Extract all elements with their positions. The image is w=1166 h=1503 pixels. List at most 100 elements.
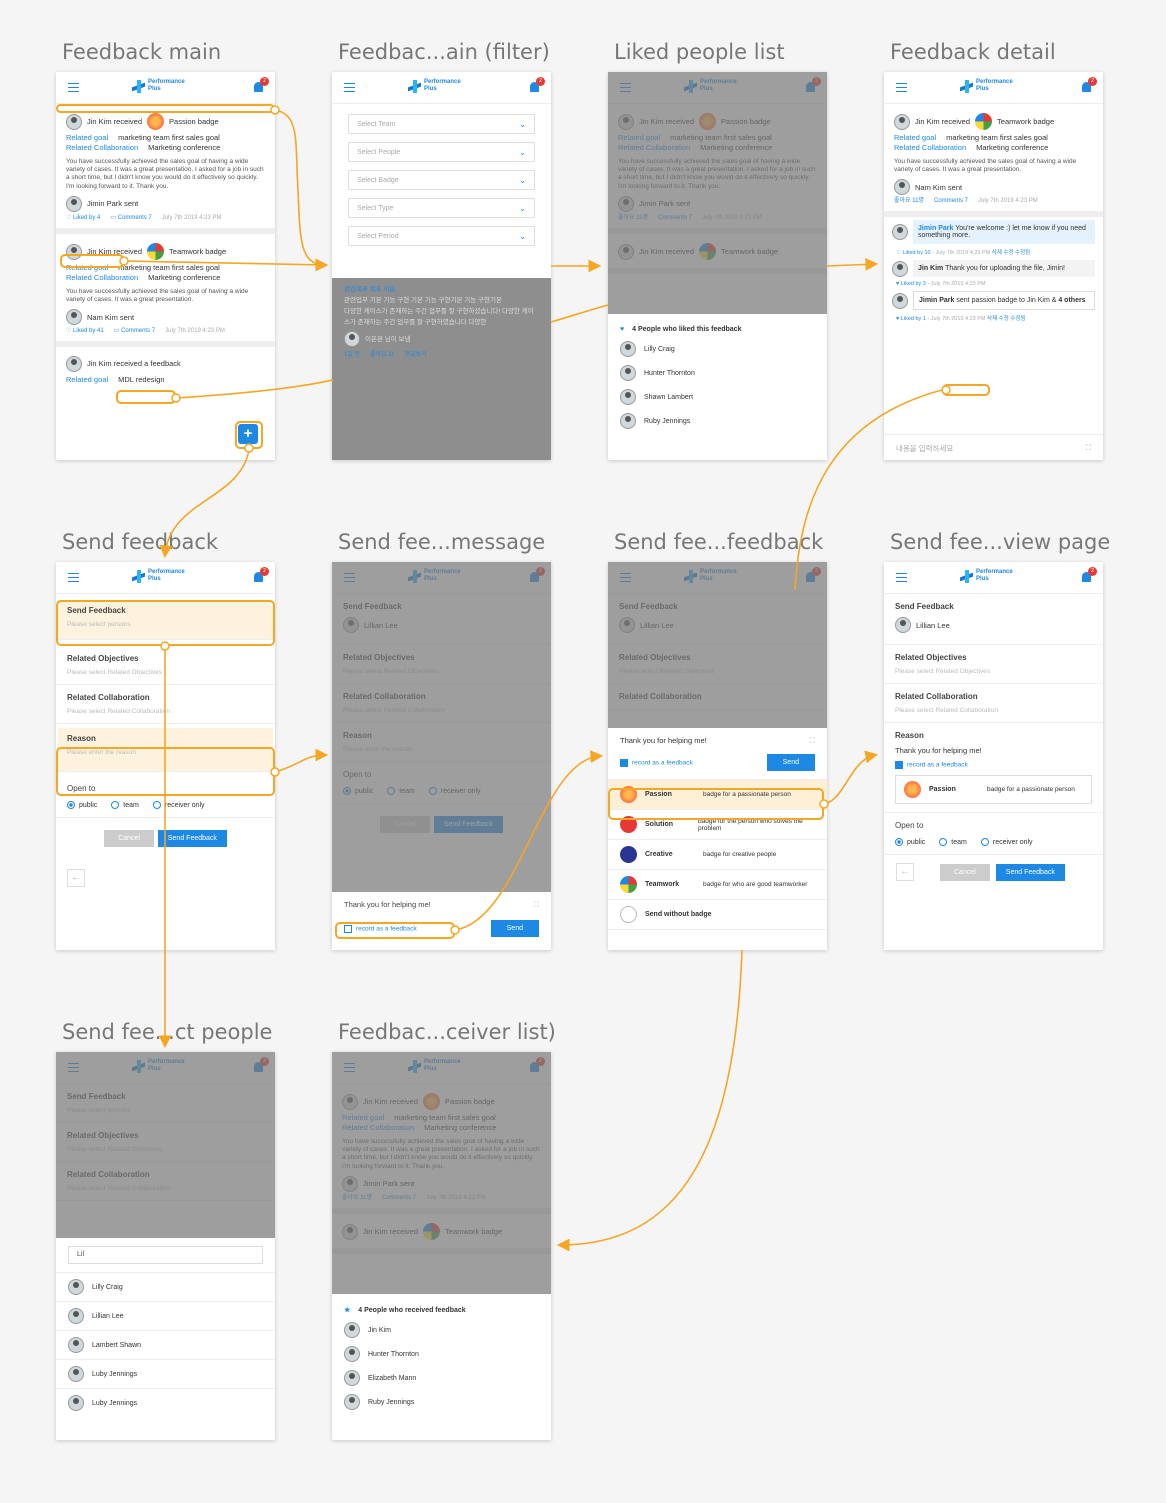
feedback-card[interactable]: Jin Kim received a feedback Related goal… xyxy=(56,347,275,390)
avatar xyxy=(894,179,910,196)
section-title: Send Feedback xyxy=(895,602,954,611)
screen-feedback-detail: Performance Plus 2 Jin Kim received Teamwo… xyxy=(884,72,1103,460)
no-badge-icon xyxy=(620,906,637,923)
people-search-input[interactable]: Lil xyxy=(68,1246,263,1264)
person-row[interactable]: Elizabeth Mann xyxy=(332,1366,551,1390)
badge-option[interactable]: Send without badge xyxy=(608,900,827,930)
record-checkbox[interactable]: record as a feedback xyxy=(895,761,1092,769)
badge-panel: Thank you for helping me! ⛶ record as a f… xyxy=(608,728,827,950)
person-row[interactable]: Lillian Lee xyxy=(56,1301,275,1330)
others-link[interactable]: 4 others xyxy=(1058,297,1085,304)
person-row[interactable]: Hunter Thornton xyxy=(332,1342,551,1366)
comment-actions[interactable]: 삭제 수정 수정됨 xyxy=(992,250,1030,256)
person-row[interactable]: Lilly Craig xyxy=(608,337,827,361)
bell-icon[interactable]: 2 xyxy=(1082,567,1097,582)
comment: Jimin Park sent passion badge to Jin Kim… xyxy=(884,291,1103,311)
person-row[interactable]: Ruby Jennings xyxy=(332,1390,551,1414)
menu-icon[interactable] xyxy=(68,83,79,92)
radio-team[interactable]: team xyxy=(111,801,139,809)
person-row[interactable]: Lilly Craig xyxy=(56,1272,275,1301)
back-arrow-icon[interactable]: ← xyxy=(67,869,85,887)
comment-likes[interactable]: Liked by 1 xyxy=(901,316,926,322)
notification-count: 2 xyxy=(260,567,269,576)
person-row[interactable]: Ruby Jennings xyxy=(608,409,827,433)
bell-icon[interactable]: 2 xyxy=(1082,77,1097,92)
person-name: Ruby Jennings xyxy=(368,1398,415,1406)
person-row[interactable]: Luby Jennings xyxy=(56,1388,275,1417)
feedback-card[interactable]: Jin Kim received Passion badge Related go… xyxy=(56,104,275,235)
select-team-dropdown[interactable]: Select Team ⌄ xyxy=(348,114,535,134)
menu-icon[interactable] xyxy=(896,573,907,582)
radio-receiver-only[interactable]: receiver only xyxy=(980,838,1033,846)
liked-by-text: Liked by 4 xyxy=(73,215,101,222)
logo-text: Plus xyxy=(976,576,989,582)
bell-icon[interactable]: 2 xyxy=(530,77,545,92)
related-objectives-field[interactable]: Related Objectives Please select Related … xyxy=(884,645,1103,684)
send-feedback-button[interactable]: Send Feedback xyxy=(995,863,1065,881)
select-badge-dropdown[interactable]: Select Badge ⌄ xyxy=(348,170,535,190)
back-arrow-icon[interactable]: ← xyxy=(896,863,914,881)
record-checkbox[interactable]: record as a feedback xyxy=(620,758,693,767)
select-people-dropdown[interactable]: Select People ⌄ xyxy=(348,142,535,162)
send-feedback-button[interactable]: Send Feedback xyxy=(157,830,227,847)
select-period-dropdown[interactable]: Select Period ⌄ xyxy=(348,226,535,246)
screen-title: Liked people list xyxy=(614,40,785,64)
person-row[interactable]: Jin Kim xyxy=(332,1318,551,1342)
related-collab-field[interactable]: Related Collaboration Please select Relat… xyxy=(884,684,1103,723)
avatar xyxy=(68,1395,84,1411)
radio-receiver-only[interactable]: receiver only xyxy=(152,801,205,809)
comment-actions[interactable]: 삭제 수정 수정됨 xyxy=(987,316,1025,322)
liked-by-text: Liked by 41 xyxy=(73,328,104,335)
related-objectives-field[interactable]: Related Objectives Please select Related … xyxy=(56,646,275,685)
reason-field[interactable]: Reason Thank you for helping me! record … xyxy=(884,723,1103,813)
send-button[interactable]: Send xyxy=(490,920,539,937)
related-collab-field[interactable]: Related Collaboration Please select Relat… xyxy=(56,685,275,724)
ko-time: 1일 전 xyxy=(344,352,361,359)
badge-option[interactable]: Teamwork badge for who are good teamworke… xyxy=(608,870,827,900)
comments-link[interactable]: ▭ Comments 7 xyxy=(114,328,155,336)
person-name: Hunter Thornton xyxy=(644,369,695,377)
send-button[interactable]: Send xyxy=(766,754,815,771)
ko-task: 관련업무 기본 기능 구현 기본 기능 구현기본 기능 구현기본 xyxy=(344,297,502,305)
cancel-button[interactable]: Cancel xyxy=(940,863,990,881)
radio-public[interactable]: public xyxy=(895,838,925,846)
avatar xyxy=(68,1366,84,1382)
person-row[interactable]: Luby Jennings xyxy=(56,1359,275,1388)
menu-icon[interactable] xyxy=(68,573,79,582)
ko-sender: 이은완 님이 보냄 xyxy=(365,335,411,343)
comment-likes[interactable]: Liked by 10 xyxy=(902,250,930,256)
menu-icon[interactable] xyxy=(896,83,907,92)
bell-icon[interactable]: 2 xyxy=(254,567,269,582)
person-row[interactable]: Hunter Thornton xyxy=(608,361,827,385)
message-text[interactable]: Thank you for helping me! xyxy=(620,736,707,746)
badge-option[interactable]: Creative badge for creative people xyxy=(608,840,827,870)
feedback-card[interactable]: Jin Kim received Teamwork badge Related g… xyxy=(56,234,275,348)
avatar xyxy=(620,413,636,429)
send-to-field[interactable]: Send Feedback Lillian Lee xyxy=(884,594,1103,645)
sender-text: Jimin Park sent xyxy=(87,199,139,209)
person-row[interactable]: Shawn Lambert xyxy=(608,385,827,409)
bell-icon[interactable]: 2 xyxy=(254,77,269,92)
radio-team[interactable]: team xyxy=(939,838,967,846)
expand-icon[interactable]: ⛶ xyxy=(1086,443,1091,452)
liked-by-link[interactable]: ♡ Liked by 4 xyxy=(66,215,100,223)
record-label: record as a feedback xyxy=(907,761,968,769)
record-label: record as a feedback xyxy=(632,759,693,767)
cancel-button[interactable]: Cancel xyxy=(104,830,154,847)
comment-likes[interactable]: Liked by 3 xyxy=(901,281,926,287)
radio-public[interactable]: public xyxy=(67,801,97,809)
comment-input[interactable]: 내용을 입력하세요 ⛶ xyxy=(884,434,1103,460)
highlight-add-button xyxy=(235,421,263,449)
notification-count: 2 xyxy=(536,77,545,86)
select-type-dropdown[interactable]: Select Type ⌄ xyxy=(348,198,535,218)
message-text[interactable]: Thank you for helping me! xyxy=(344,900,431,910)
person-row[interactable]: Lambert Shawn xyxy=(56,1330,275,1359)
section-title: Reason xyxy=(895,731,924,740)
liked-by-link[interactable]: ♡ Liked by 41 xyxy=(66,328,104,336)
menu-icon[interactable] xyxy=(344,83,355,92)
expand-icon[interactable]: ⛶ xyxy=(810,736,815,746)
teamwork-badge-icon xyxy=(147,243,165,261)
date: July 7th 2019 4:23 PM xyxy=(165,328,225,335)
expand-icon[interactable]: ⛶ xyxy=(534,900,539,910)
comments-link[interactable]: ▭ Comments 7 xyxy=(110,215,151,223)
